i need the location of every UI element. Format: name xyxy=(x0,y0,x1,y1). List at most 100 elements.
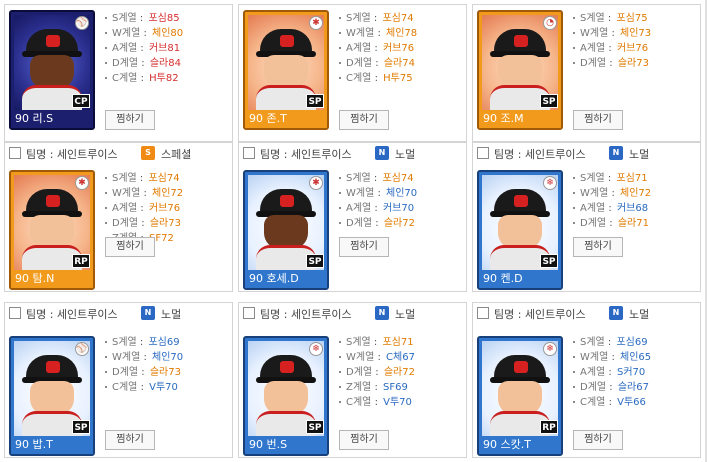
stat-label: D계열 xyxy=(112,367,139,378)
bullet-icon xyxy=(105,371,107,373)
stat-label: C계열 xyxy=(580,397,606,408)
player-card[interactable]: ◔ SP 90 조.M xyxy=(477,10,563,130)
card-type-badge-icon: N xyxy=(375,306,389,320)
wishlist-button[interactable]: 찜하기 xyxy=(573,110,623,130)
stat-row: S계열 : 포심74 xyxy=(339,171,464,186)
wishlist-button[interactable]: 찜하기 xyxy=(573,237,623,257)
bullet-icon xyxy=(573,62,575,64)
select-checkbox[interactable] xyxy=(243,147,255,159)
listing-header: 팀명 : 세인트루이스 N 노멀 xyxy=(5,303,232,325)
stat-label: S계열 xyxy=(346,13,371,24)
stat-row: W계열 : 체인72 xyxy=(573,186,698,201)
stat-value: 슬라84 xyxy=(149,58,181,69)
select-checkbox[interactable] xyxy=(9,147,21,159)
bullet-icon xyxy=(339,47,341,49)
position-badge: SP xyxy=(72,420,90,434)
player-card[interactable]: ❄ SP 90 켄.D xyxy=(477,170,563,290)
stat-value: H투75 xyxy=(383,73,413,84)
select-checkbox[interactable] xyxy=(477,307,489,319)
bullet-icon xyxy=(339,341,341,343)
face-icon xyxy=(264,381,308,415)
bullet-icon xyxy=(573,386,575,388)
stat-label: W계열 xyxy=(112,188,141,199)
stat-row: D계열 : 슬라73 xyxy=(105,216,230,231)
pitch-stats: S계열 : 포심71 W계열 : C체67 D계열 : 슬라72 Z계열 : S… xyxy=(339,335,464,410)
stat-value: 슬라72 xyxy=(383,218,415,229)
player-card-grid: ⚾ CP 90 리.S S계열 : 포심85 W계열 : 체인80 A계열 : … xyxy=(0,0,707,462)
bullet-icon xyxy=(339,222,341,224)
stat-row: W계열 : 체인72 xyxy=(105,186,230,201)
face-icon xyxy=(30,215,74,249)
player-listing: 팀명 : 세인트루이스 N 노멀 ❄ SP 90 번.S S계열 : 포심71 … xyxy=(238,302,467,458)
bullet-icon xyxy=(105,47,107,49)
player-listing: 팀명 : 세인트루이스 N 노멀 ⚾ SP 90 밥.T S계열 : 포심69 … xyxy=(4,302,233,458)
bullet-icon xyxy=(573,192,575,194)
position-badge: RP xyxy=(540,420,558,434)
card-type-name: 스페셜 xyxy=(161,148,192,161)
grade-medal-icon: ❄ xyxy=(543,176,557,190)
stat-label: C계열 xyxy=(112,73,138,84)
stat-row: S계열 : 포심75 xyxy=(573,11,698,26)
stat-value: C체67 xyxy=(386,352,415,363)
bullet-icon xyxy=(105,192,107,194)
player-card[interactable]: ❄ SP 90 번.S xyxy=(243,336,329,456)
bullet-icon xyxy=(573,401,575,403)
face-icon xyxy=(30,381,74,415)
grade-medal-icon: ⚾ xyxy=(75,16,89,30)
stat-row: D계열 : 슬라67 xyxy=(573,380,698,395)
stat-value: V투66 xyxy=(617,397,646,408)
player-name: 90 호세.D xyxy=(245,270,327,288)
wishlist-button[interactable]: 찜하기 xyxy=(105,110,155,130)
stat-value: 커브76 xyxy=(616,43,649,54)
card-type-badge-icon: N xyxy=(609,146,623,160)
stat-row: W계열 : 체인73 xyxy=(573,26,698,41)
select-checkbox[interactable] xyxy=(477,147,489,159)
bullet-icon xyxy=(105,77,107,79)
stat-label: Z계열 xyxy=(346,382,372,393)
stat-row: D계열 : 슬라73 xyxy=(573,56,698,71)
stat-label: W계열 xyxy=(112,28,141,39)
bullet-icon xyxy=(573,177,575,179)
wishlist-button[interactable]: 찜하기 xyxy=(105,430,155,450)
player-card[interactable]: ✱ RP 90 탐.N xyxy=(9,170,95,290)
listing-header: 팀명 : 세인트루이스 N 노멀 xyxy=(473,143,700,165)
wishlist-button[interactable]: 찜하기 xyxy=(339,237,389,257)
stat-row: D계열 : 슬라84 xyxy=(105,56,230,71)
stat-row: W계열 : 체인80 xyxy=(105,26,230,41)
bullet-icon xyxy=(573,222,575,224)
face-icon xyxy=(498,215,542,249)
position-badge: SP xyxy=(306,254,324,268)
stat-value: 포심74 xyxy=(382,13,414,24)
player-card[interactable]: ⚾ SP 90 밥.T xyxy=(9,336,95,456)
stat-label: A계열 xyxy=(112,43,138,54)
wishlist-button[interactable]: 찜하기 xyxy=(573,430,623,450)
stat-label: A계열 xyxy=(580,203,606,214)
player-listing: 팀명 : 세인트루이스 N 노멀 ❄ SP 90 켄.D S계열 : 포심71 … xyxy=(472,142,701,292)
card-type-name: 노멀 xyxy=(395,308,416,321)
wishlist-button[interactable]: 찜하기 xyxy=(105,237,155,257)
bullet-icon xyxy=(105,207,107,209)
stat-row: A계열 : 커브68 xyxy=(573,201,698,216)
stat-row: S계열 : 포심85 xyxy=(105,11,230,26)
position-badge: SP xyxy=(540,94,558,108)
stat-row: A계열 : 커브76 xyxy=(105,201,230,216)
player-listing: 팀명 : 세인트루이스 N 노멀 ✱ SP 90 호세.D S계열 : 포심74… xyxy=(238,142,467,292)
bullet-icon xyxy=(105,62,107,64)
player-card[interactable]: ✱ SP 90 존.T xyxy=(243,10,329,130)
team-name: 팀명 : 세인트루이스 xyxy=(494,308,586,321)
stat-label: C계열 xyxy=(346,73,372,84)
player-card[interactable]: ❄ RP 90 스캇.T xyxy=(477,336,563,456)
bullet-icon xyxy=(339,371,341,373)
stat-row: S계열 : 포심74 xyxy=(105,171,230,186)
player-card[interactable]: ✱ SP 90 호세.D xyxy=(243,170,329,290)
player-card[interactable]: ⚾ CP 90 리.S xyxy=(9,10,95,130)
pitch-stats: S계열 : 포심69 W계열 : 체인65 A계열 : S커70 D계열 : 슬… xyxy=(573,335,698,410)
select-checkbox[interactable] xyxy=(243,307,255,319)
wishlist-button[interactable]: 찜하기 xyxy=(339,110,389,130)
stat-label: D계열 xyxy=(112,58,139,69)
wishlist-button[interactable]: 찜하기 xyxy=(339,430,389,450)
player-listing: 팀명 : 세인트루이스 N 노멀 ❄ RP 90 스캇.T S계열 : 포심69… xyxy=(472,302,701,458)
select-checkbox[interactable] xyxy=(9,307,21,319)
stat-row: C계열 : H투82 xyxy=(105,71,230,86)
bullet-icon xyxy=(573,17,575,19)
